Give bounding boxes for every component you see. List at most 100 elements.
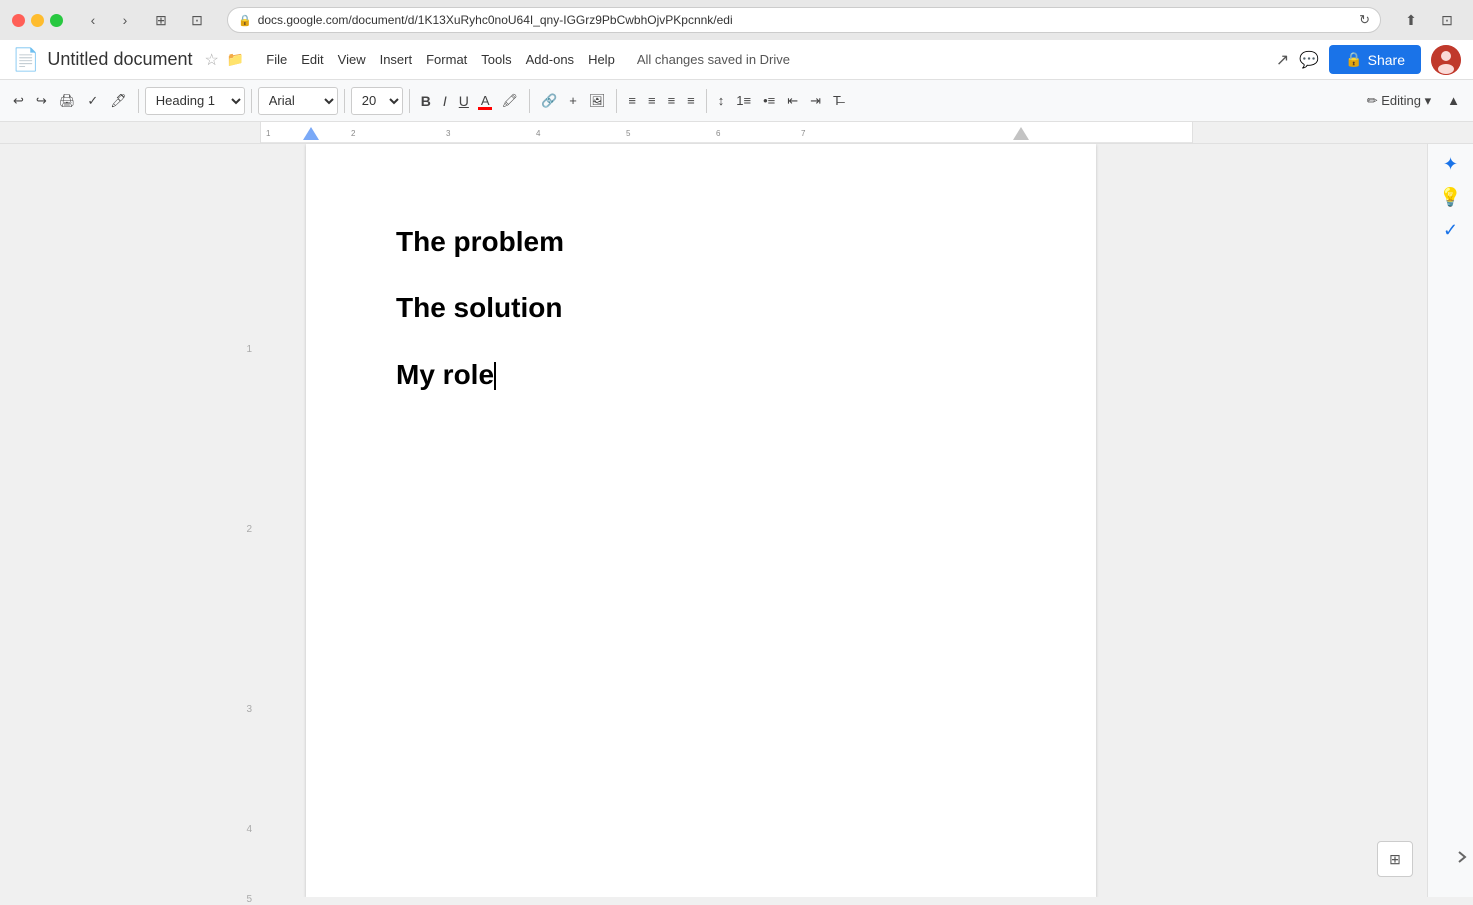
insert-menu[interactable]: Insert xyxy=(374,48,419,71)
document-title[interactable]: Untitled document xyxy=(47,49,192,70)
document-area[interactable]: The problem The solution My role xyxy=(260,144,1142,897)
underline-button[interactable]: U xyxy=(454,89,474,113)
indent-increase-button[interactable]: ⇥ xyxy=(805,89,826,113)
page[interactable]: The problem The solution My role xyxy=(306,144,1096,897)
new-tab-button[interactable]: ⊡ xyxy=(183,9,211,31)
help-menu[interactable]: Help xyxy=(582,48,621,71)
review-panel-icon[interactable]: ✓ xyxy=(1443,220,1458,241)
text-color-button[interactable]: A xyxy=(476,89,495,112)
left-margin: 1 2 3 4 5 xyxy=(0,144,260,897)
align-center-button[interactable]: ≡ xyxy=(643,89,661,112)
ruler-right xyxy=(1193,122,1473,143)
separator-3 xyxy=(344,89,345,113)
activity-button[interactable]: ↗ xyxy=(1276,50,1289,70)
comment-button[interactable]: 💬 xyxy=(1299,50,1319,70)
edit-mode-button[interactable]: ✏ Editing ▾ xyxy=(1362,89,1436,113)
page-number-2: 2 xyxy=(246,524,252,535)
separator-1 xyxy=(138,89,139,113)
url-text: docs.google.com/document/d/1K13XuRyhc0no… xyxy=(258,13,1353,27)
star-button[interactable]: ☆ xyxy=(205,50,219,70)
back-button[interactable]: ‹ xyxy=(79,9,107,31)
address-bar[interactable]: 🔒 docs.google.com/document/d/1K13XuRyhc0… xyxy=(227,7,1381,33)
right-panel: ✦ 💡 ✓ xyxy=(1427,144,1473,897)
highlight-button[interactable]: 🖍 xyxy=(497,89,524,113)
print-button[interactable]: 🖨 xyxy=(54,89,81,113)
bulleted-list-button[interactable]: •≡ xyxy=(758,89,780,112)
line-spacing-button[interactable]: ↕ xyxy=(713,89,730,112)
lock-icon: 🔒 xyxy=(238,14,252,27)
bold-button[interactable]: B xyxy=(416,89,436,113)
svg-text:5: 5 xyxy=(626,129,631,138)
font-size-selector[interactable]: 20 12 14 16 18 24 xyxy=(351,87,403,115)
svg-text:4: 4 xyxy=(536,129,541,138)
ruler-left xyxy=(0,122,260,143)
docs-icon: 📄 xyxy=(12,47,39,73)
clear-formatting-button[interactable]: T̶ xyxy=(828,89,846,112)
align-left-button[interactable]: ≡ xyxy=(623,89,641,112)
heading-1[interactable]: The problem xyxy=(396,224,1006,260)
heading-2[interactable]: The solution xyxy=(396,290,1006,326)
page-number-4: 4 xyxy=(246,824,252,835)
heading-3-text: My role xyxy=(396,359,494,390)
page-number-1: 1 xyxy=(246,344,252,355)
sidebar-toggle-button[interactable]: ⊞ xyxy=(147,9,175,31)
font-selector[interactable]: Arial Times New Roman xyxy=(258,87,338,115)
smart-compose-button[interactable]: ⊞ xyxy=(1377,841,1413,877)
right-margin xyxy=(1142,144,1427,897)
page-number-5: 5 xyxy=(246,894,252,905)
view-menu[interactable]: View xyxy=(332,48,372,71)
toolbar: ↩ ↪ 🖨 ✓ 🖊 Heading 1 Normal text Heading … xyxy=(0,80,1473,122)
ruler-main: 1 2 3 4 5 6 7 xyxy=(260,122,1193,143)
bottom-right-area: ⊞ xyxy=(1377,841,1413,877)
separator-5 xyxy=(529,89,530,113)
tools-menu[interactable]: Tools xyxy=(475,48,517,71)
close-button[interactable] xyxy=(12,14,25,27)
share-button[interactable]: 🔒 Share xyxy=(1329,45,1421,74)
style-selector[interactable]: Heading 1 Normal text Heading 2 xyxy=(145,87,245,115)
forward-button[interactable]: › xyxy=(111,9,139,31)
svg-text:3: 3 xyxy=(446,129,451,138)
comments-panel-icon[interactable]: 💡 xyxy=(1439,187,1461,208)
separator-7 xyxy=(706,89,707,113)
redo-button[interactable]: ↪ xyxy=(31,89,52,113)
share-screen-button[interactable]: ⬆ xyxy=(1397,9,1425,31)
share-label: Share xyxy=(1368,52,1405,68)
indent-decrease-button[interactable]: ⇤ xyxy=(782,89,803,113)
insert-comment-button[interactable]: + xyxy=(564,89,582,112)
minimize-button[interactable] xyxy=(31,14,44,27)
link-button[interactable]: 🔗 xyxy=(536,89,562,113)
appbar-right: ↗ 💬 🔒 Share xyxy=(1276,45,1461,75)
file-menu[interactable]: File xyxy=(260,48,293,71)
lock-icon-share: 🔒 xyxy=(1345,51,1362,68)
edit-menu[interactable]: Edit xyxy=(295,48,329,71)
undo-button[interactable]: ↩ xyxy=(8,89,29,113)
paint-format-button[interactable]: 🖊 xyxy=(105,89,132,113)
svg-text:6: 6 xyxy=(716,129,721,138)
svg-text:1: 1 xyxy=(266,129,271,138)
gemini-icon[interactable]: ✦ xyxy=(1443,154,1458,175)
save-status: All changes saved in Drive xyxy=(637,52,790,67)
numbered-list-button[interactable]: 1≡ xyxy=(731,89,756,112)
align-right-button[interactable]: ≡ xyxy=(663,89,681,112)
ruler: 1 2 3 4 5 6 7 xyxy=(0,122,1473,144)
italic-button[interactable]: I xyxy=(438,89,452,113)
appbar: 📄 Untitled document ☆ 📁 File Edit View I… xyxy=(0,40,1473,80)
addons-menu[interactable]: Add-ons xyxy=(520,48,580,71)
spellcheck-button[interactable]: ✓ xyxy=(82,89,103,113)
refresh-button[interactable]: ↻ xyxy=(1359,12,1370,28)
folder-button[interactable]: 📁 xyxy=(227,51,244,68)
avatar[interactable] xyxy=(1431,45,1461,75)
main-layout: 1 2 3 4 5 The problem The solution My ro… xyxy=(0,144,1473,897)
collapse-toolbar-button[interactable]: ▲ xyxy=(1442,89,1465,112)
text-cursor xyxy=(494,362,496,390)
heading-3[interactable]: My role xyxy=(396,357,1006,393)
justify-button[interactable]: ≡ xyxy=(682,89,700,112)
format-menu[interactable]: Format xyxy=(420,48,473,71)
svg-text:2: 2 xyxy=(351,129,356,138)
maximize-button[interactable] xyxy=(50,14,63,27)
insert-image-button[interactable]: 🖼 xyxy=(584,89,611,113)
titlebar: ‹ › ⊞ ⊡ 🔒 docs.google.com/document/d/1K1… xyxy=(0,0,1473,40)
window-controls-button[interactable]: ⊡ xyxy=(1433,9,1461,31)
separator-2 xyxy=(251,89,252,113)
expand-panel-button[interactable] xyxy=(1453,842,1473,877)
